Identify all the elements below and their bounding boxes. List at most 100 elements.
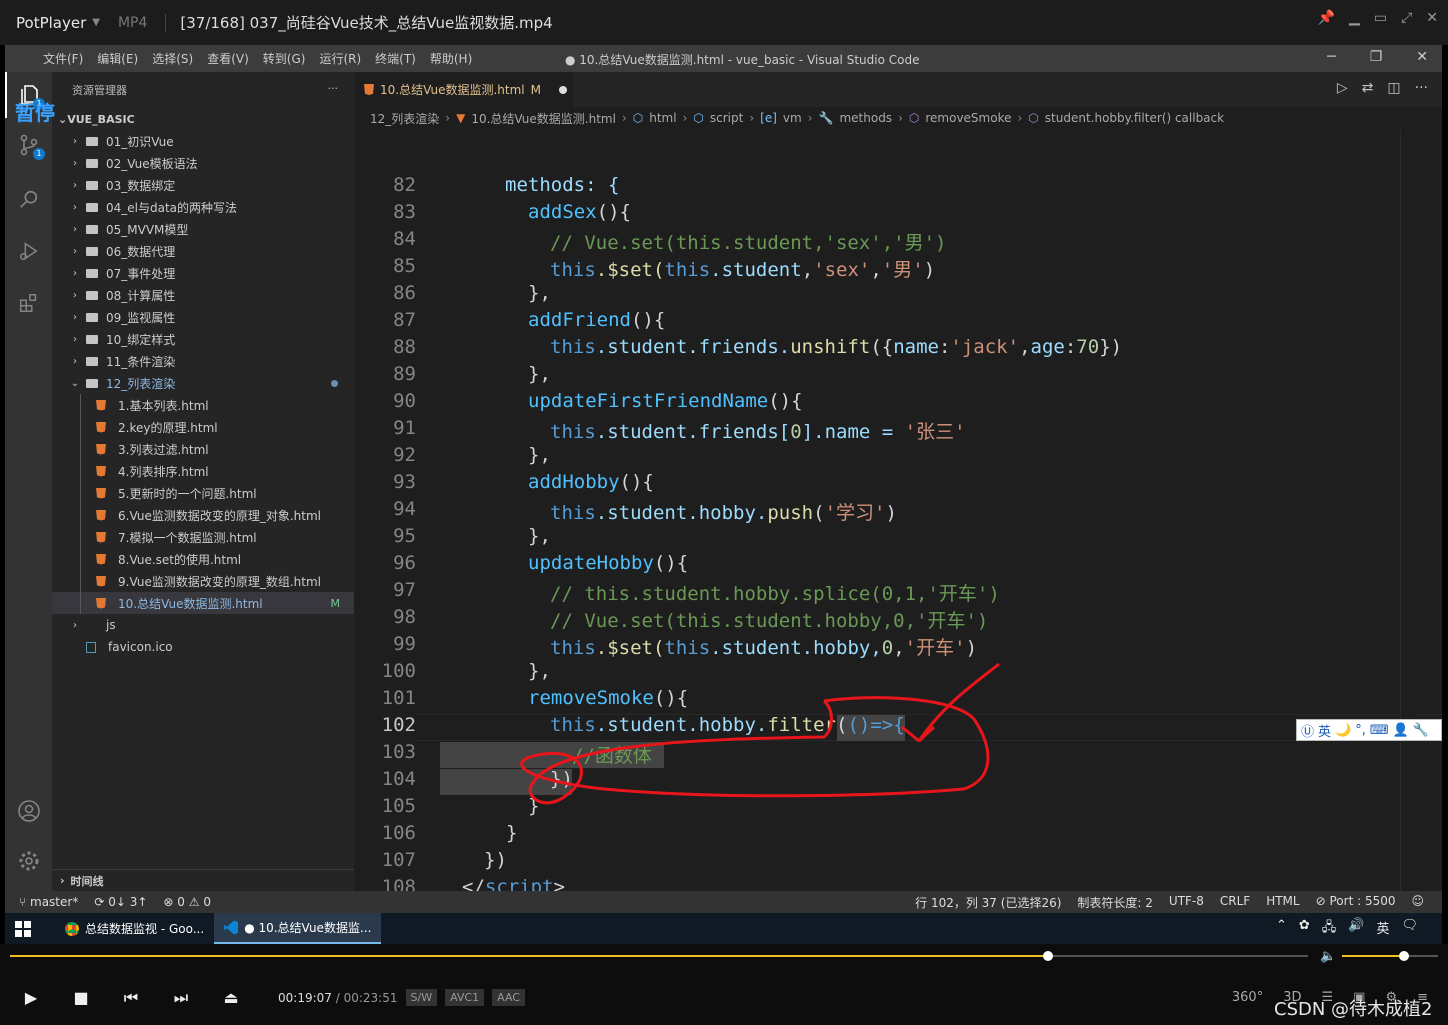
- keyboard-icon[interactable]: ⌨: [1370, 723, 1389, 738]
- file-item[interactable]: 5.更新时的一个问题.html: [52, 482, 354, 504]
- wrench-icon[interactable]: 🔧: [1413, 723, 1429, 738]
- previous-icon[interactable]: ⏮: [106, 988, 156, 1008]
- file-item[interactable]: 8.Vue.set的使用.html: [52, 548, 354, 570]
- folder-item[interactable]: › 03_数据绑定: [52, 174, 354, 196]
- pin-icon[interactable]: 📌: [1318, 10, 1335, 26]
- branch-status[interactable]: ⑂ master*: [19, 895, 78, 909]
- more-actions-icon[interactable]: ···: [1415, 80, 1428, 96]
- menu-help[interactable]: 帮助(H): [430, 50, 472, 67]
- codec-pill[interactable]: S/W: [405, 989, 438, 1006]
- ime-language[interactable]: 英: [1318, 721, 1331, 740]
- folder-item[interactable]: ⌄ 12_列表渲染: [52, 372, 354, 394]
- taskbar-chrome[interactable]: 总结数据监视 - Goo...: [55, 913, 214, 944]
- file-item[interactable]: 3.列表过滤.html: [52, 438, 354, 460]
- moon-icon[interactable]: 🌙: [1335, 723, 1351, 738]
- folder-item[interactable]: › 04_el与data的两种写法: [52, 196, 354, 218]
- ime-punct[interactable]: °,: [1355, 723, 1366, 738]
- timeline-section[interactable]: › 时间线: [52, 869, 354, 891]
- folder-item[interactable]: › 01_初识Vue: [52, 130, 354, 152]
- file-item[interactable]: 7.模拟一个数据监测.html: [52, 526, 354, 548]
- chevron-up-icon[interactable]: ⌃: [1276, 918, 1287, 940]
- file-item[interactable]: 10.总结Vue数据监测.html M: [52, 592, 354, 614]
- app-tray-icon[interactable]: ✿: [1299, 918, 1310, 940]
- folder-item[interactable]: › js: [52, 614, 354, 636]
- breadcrumb-item[interactable]: 10.总结Vue数据监测.html: [471, 110, 616, 127]
- breadcrumb-item[interactable]: script: [710, 111, 743, 125]
- project-root[interactable]: ⌄ VUE_BASIC: [52, 108, 354, 130]
- close-icon[interactable]: ✕: [1426, 10, 1438, 26]
- eject-icon[interactable]: ⏏: [206, 988, 256, 1007]
- volume-icon[interactable]: 🔈: [1320, 949, 1336, 964]
- volume-icon[interactable]: 🔊: [1348, 918, 1364, 940]
- menu-run[interactable]: 运行(R): [319, 50, 361, 67]
- unsaved-dot-icon[interactable]: [558, 85, 567, 94]
- next-icon[interactable]: ⏭: [156, 988, 206, 1008]
- folder-item[interactable]: › 09_监视属性: [52, 306, 354, 328]
- breadcrumb-item[interactable]: student.hobby.filter() callback: [1045, 111, 1224, 125]
- tab-10-summary[interactable]: 10.总结Vue数据监测.html M: [354, 72, 574, 107]
- input-language[interactable]: 英: [1376, 918, 1389, 940]
- split-editor-icon[interactable]: ◫: [1387, 80, 1400, 96]
- close-icon[interactable]: ✕: [1416, 49, 1428, 65]
- run-icon[interactable]: ▷: [1337, 80, 1348, 96]
- code-editor[interactable]: 82 83 84 85 86 87 88 89 90 91 92 93 94 95 96 97 98 99 100 1…: [354, 129, 1442, 896]
- run-debug-icon[interactable]: [5, 228, 52, 274]
- stop-icon[interactable]: ■: [56, 988, 106, 1007]
- menu-edit[interactable]: 编辑(E): [97, 50, 138, 67]
- folder-item[interactable]: › 11_条件渲染: [52, 350, 354, 372]
- encoding[interactable]: UTF-8: [1169, 894, 1204, 911]
- seek-handle[interactable]: [1043, 951, 1054, 961]
- breadcrumb-item[interactable]: vm: [783, 111, 802, 125]
- fullscreen-icon[interactable]: ⤢: [1401, 10, 1412, 26]
- menu-terminal[interactable]: 终端(T): [375, 50, 416, 67]
- sync-status[interactable]: ⟳ 0↓ 3↑: [94, 895, 147, 909]
- folder-item[interactable]: › 08_计算属性: [52, 284, 354, 306]
- breadcrumb-item[interactable]: html: [649, 111, 676, 125]
- folder-item[interactable]: › 05_MVVM模型: [52, 218, 354, 240]
- restore-icon[interactable]: ❐: [1370, 49, 1383, 65]
- eol[interactable]: CRLF: [1220, 894, 1250, 911]
- volume-handle[interactable]: [1399, 951, 1410, 961]
- folder-item[interactable]: › 02_Vue模板语法: [52, 152, 354, 174]
- windows-start-icon[interactable]: [15, 920, 31, 937]
- compare-icon[interactable]: ⇄: [1362, 80, 1374, 96]
- notification-icon[interactable]: 🗨: [1401, 918, 1418, 940]
- editor-scrollbar[interactable]: [1400, 129, 1414, 896]
- menu-view[interactable]: 查看(V): [207, 50, 249, 67]
- ime-toolbar[interactable]: Ⓤ 英 🌙 °, ⌨ 👤 🔧: [1296, 719, 1442, 741]
- more-actions-icon[interactable]: ···: [328, 82, 339, 95]
- file-item[interactable]: favicon.ico: [52, 636, 354, 658]
- file-item[interactable]: 2.key的原理.html: [52, 416, 354, 438]
- account-icon[interactable]: [5, 788, 52, 834]
- chevron-down-icon[interactable]: ▼: [92, 17, 100, 28]
- file-item[interactable]: 4.列表排序.html: [52, 460, 354, 482]
- search-icon[interactable]: [5, 176, 52, 222]
- feedback-icon[interactable]: ☺: [1411, 894, 1424, 911]
- folder-item[interactable]: › 07_事件处理: [52, 262, 354, 284]
- breadcrumb-item[interactable]: removeSmoke: [925, 111, 1011, 125]
- breadcrumb-item[interactable]: 12_列表渲染: [370, 110, 439, 127]
- minimize-icon[interactable]: ─: [1327, 49, 1335, 65]
- folder-item[interactable]: › 10_绑定样式: [52, 328, 354, 350]
- minimize-icon[interactable]: ▁: [1349, 10, 1360, 26]
- folder-item[interactable]: › 06_数据代理: [52, 240, 354, 262]
- menu-file[interactable]: 文件(F): [43, 50, 83, 67]
- settings-gear-icon[interactable]: [5, 838, 52, 884]
- user-icon[interactable]: 👤: [1393, 723, 1409, 738]
- player-brand[interactable]: PotPlayer: [16, 14, 86, 32]
- source-control-icon[interactable]: 1: [5, 122, 52, 168]
- maximize-icon[interactable]: ▭: [1374, 10, 1387, 26]
- live-server-port[interactable]: ⊘ Port : 5500: [1316, 894, 1396, 911]
- play-icon[interactable]: ▶: [6, 988, 56, 1007]
- file-item[interactable]: 1.基本列表.html: [52, 394, 354, 416]
- taskbar-vscode[interactable]: ● 10.总结Vue数据监...: [214, 913, 382, 944]
- codec-pill[interactable]: AVC1: [445, 989, 485, 1006]
- vr-360-button[interactable]: 360°: [1232, 990, 1263, 1005]
- language-mode[interactable]: HTML: [1266, 894, 1299, 911]
- menu-go[interactable]: 转到(G): [263, 50, 306, 67]
- menu-selection[interactable]: 选择(S): [152, 50, 193, 67]
- problems-status[interactable]: ⊗ 0 ⚠ 0: [163, 895, 211, 909]
- file-item[interactable]: 9.Vue监测数据改变的原理_数组.html: [52, 570, 354, 592]
- file-item[interactable]: 6.Vue监测数据改变的原理_对象.html: [52, 504, 354, 526]
- network-icon[interactable]: 🖧: [1322, 918, 1337, 940]
